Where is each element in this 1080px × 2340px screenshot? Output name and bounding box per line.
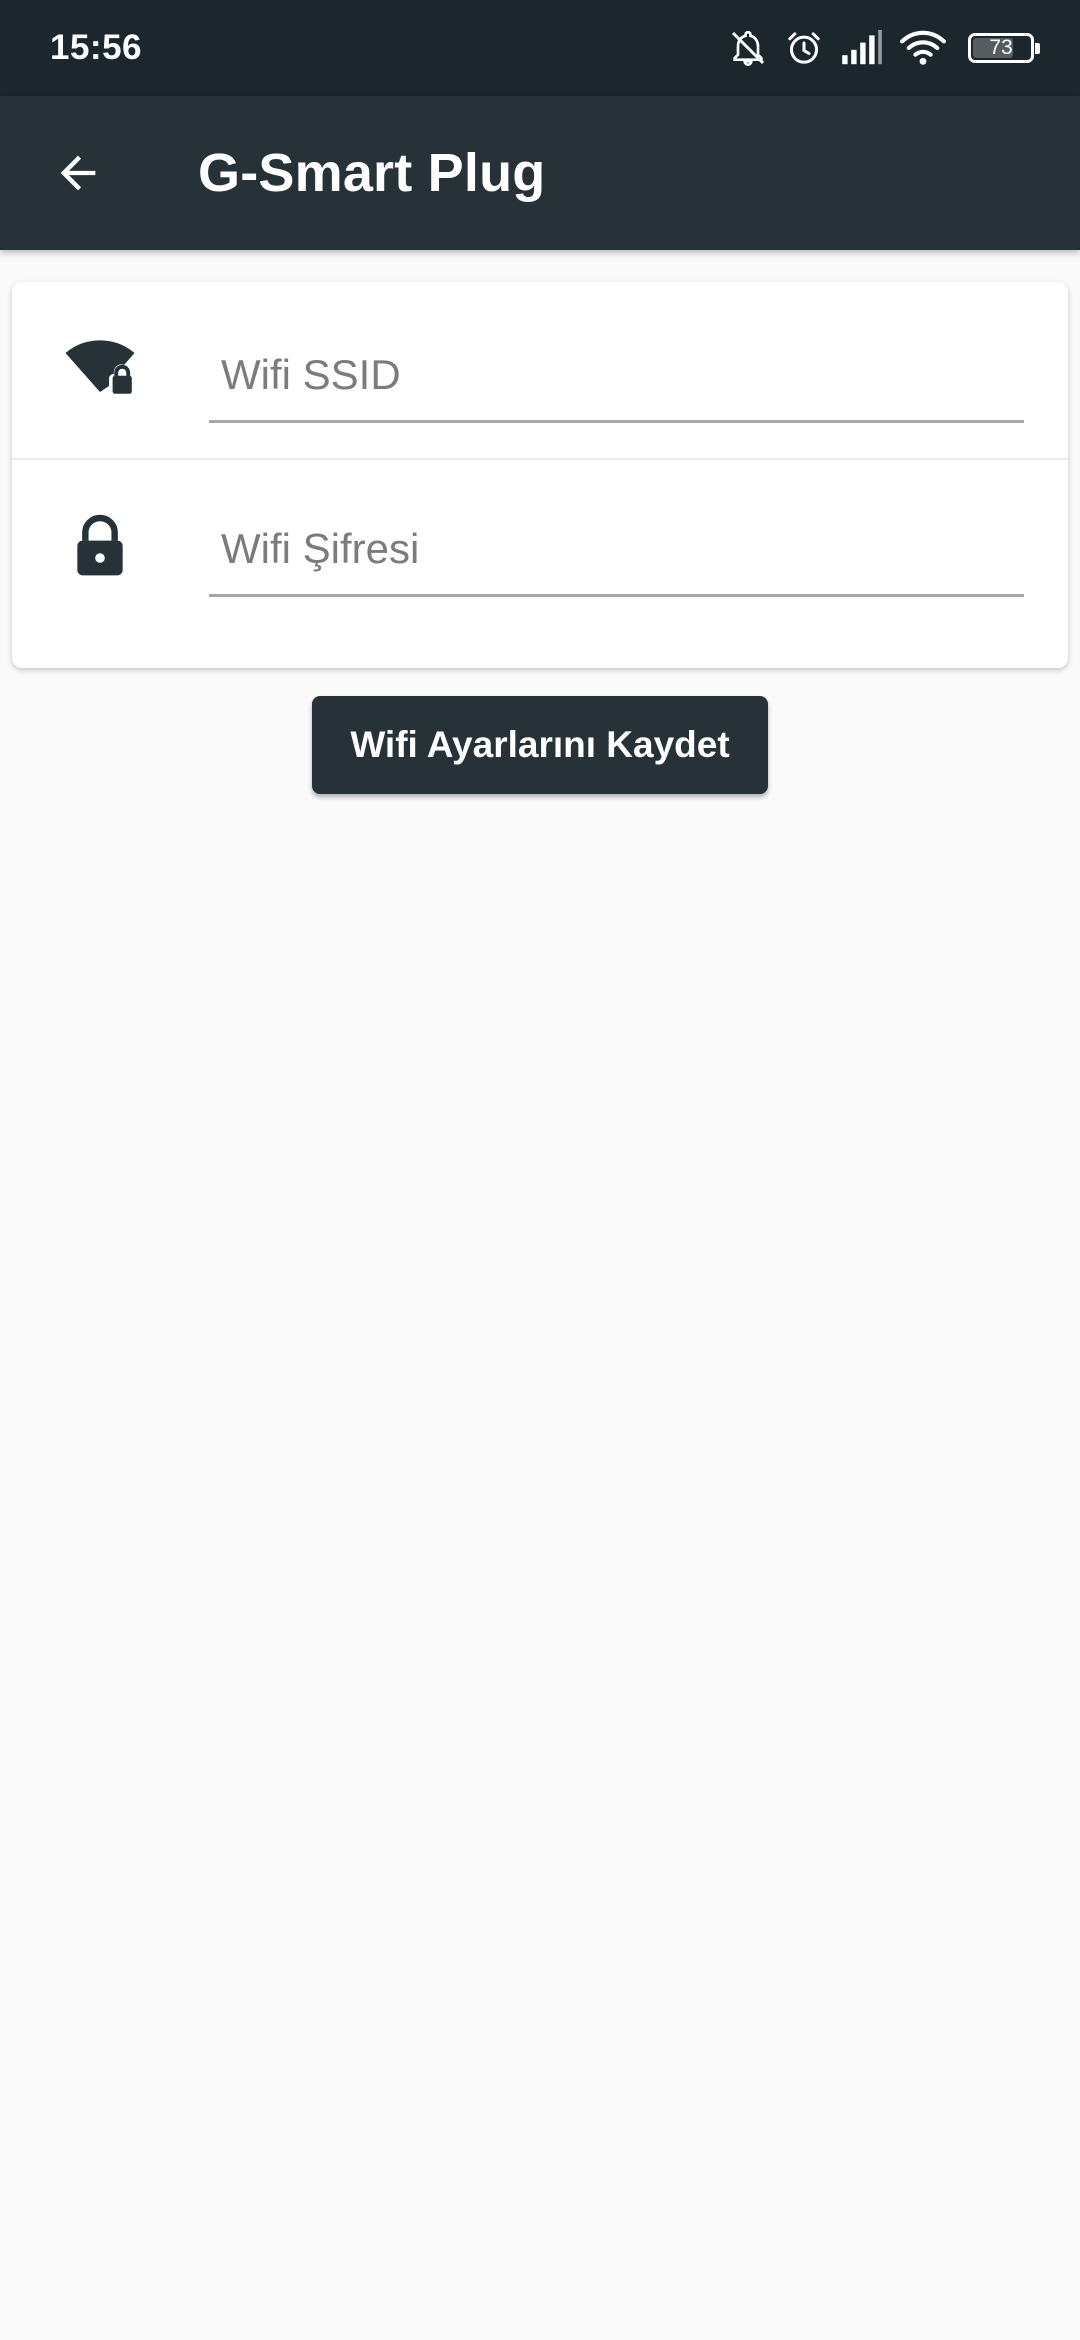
back-button[interactable] (38, 133, 118, 213)
wifi-lock-icon (62, 330, 138, 406)
status-icons: 73 (728, 28, 1040, 68)
wifi-icon (900, 29, 946, 67)
ssid-field-wrap (209, 330, 1024, 423)
ssid-input[interactable] (209, 330, 1024, 420)
save-wifi-settings-button[interactable]: Wifi Ayarlarını Kaydet (312, 696, 768, 794)
app-bar: G-Smart Plug (0, 96, 1080, 250)
battery-level: 73 (989, 36, 1013, 59)
page-title: G-Smart Plug (198, 143, 546, 203)
wifi-settings-card (12, 282, 1068, 668)
password-row (12, 460, 1068, 636)
arrow-left-icon (60, 155, 96, 191)
status-time: 15:56 (50, 28, 143, 67)
cell-signal-icon (840, 30, 884, 66)
password-input[interactable] (209, 504, 1024, 594)
lock-icon (62, 508, 138, 584)
battery-icon: 73 (968, 33, 1040, 63)
status-bar: 15:56 73 (0, 0, 1080, 96)
password-field-wrap (209, 504, 1024, 597)
muted-bell-icon (728, 28, 768, 68)
ssid-row (12, 282, 1068, 458)
alarm-icon (784, 28, 824, 68)
